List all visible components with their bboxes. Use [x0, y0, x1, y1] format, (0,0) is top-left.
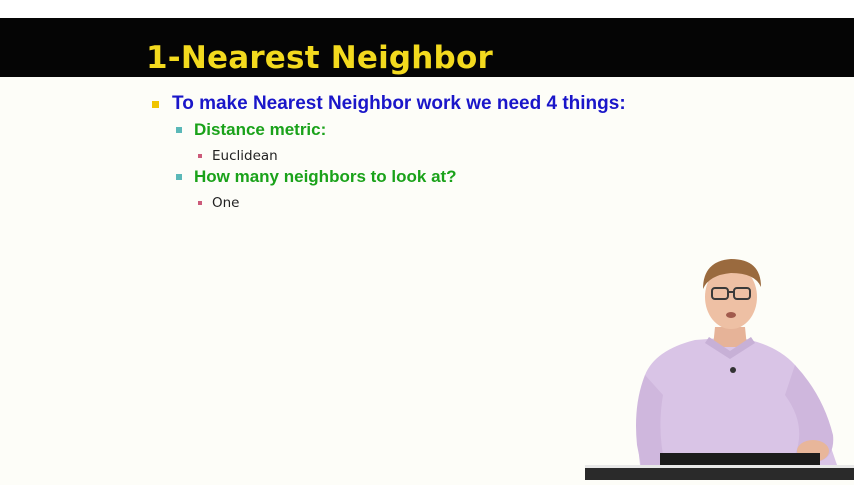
- presenter-icon: [636, 259, 837, 465]
- bullet-level2: How many neighbors to look at?: [176, 167, 457, 187]
- bullet-text: To make Nearest Neighbor work we need 4 …: [172, 93, 626, 114]
- presenter-video: [585, 255, 854, 480]
- bullet-square-icon: [152, 100, 159, 108]
- slide-title: 1-Nearest Neighbor: [146, 40, 493, 76]
- title-bar: 1-Nearest Neighbor: [0, 18, 854, 77]
- bullet-text: Euclidean: [212, 147, 278, 164]
- top-strip: [0, 0, 854, 18]
- bullet-level3: Euclidean: [198, 147, 278, 165]
- bullet-text: Distance metric:: [194, 120, 327, 139]
- bullet-square-icon: [176, 127, 182, 133]
- bullet-level1: To make Nearest Neighbor work we need 4 …: [152, 93, 626, 115]
- bullet-level3: One: [198, 194, 240, 212]
- desk: [585, 468, 854, 480]
- bullet-square-icon: [198, 200, 202, 205]
- bullet-text: How many neighbors to look at?: [194, 167, 457, 186]
- bullet-square-icon: [176, 174, 182, 180]
- bullet-square-icon: [198, 153, 202, 158]
- bullet-level2: Distance metric:: [176, 120, 326, 140]
- bullet-text: One: [212, 194, 240, 211]
